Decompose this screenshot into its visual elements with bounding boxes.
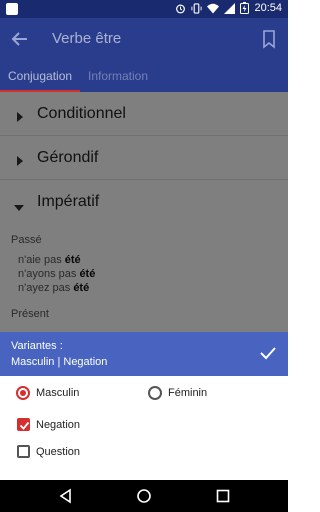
tab-information[interactable]: Information [88, 69, 148, 83]
radio-button-checked[interactable] [16, 386, 30, 400]
option-label: Negation [36, 418, 81, 431]
tab-conjugation[interactable]: Conjugation [8, 69, 72, 83]
bookmark-icon[interactable] [260, 29, 278, 49]
app-toolbar: Verbe être [0, 18, 288, 60]
variants-header: Variantes : Masculin | Negation [0, 332, 288, 376]
checkbox-unchecked[interactable] [17, 445, 30, 458]
back-arrow-icon[interactable] [8, 27, 32, 51]
nav-back-icon[interactable] [58, 488, 74, 504]
app-notification-icon [6, 3, 18, 15]
vibrate-icon [191, 2, 203, 14]
masculin-radio-option[interactable]: Masculin [16, 386, 79, 400]
signal-icon [224, 2, 236, 14]
status-time: 20:54 [254, 2, 282, 14]
feminin-radio-option[interactable]: Féminin [148, 386, 207, 400]
nav-recents-icon[interactable] [215, 488, 231, 504]
option-label: Masculin [36, 387, 80, 399]
dim-overlay[interactable] [0, 92, 288, 332]
alarm-icon [175, 3, 186, 14]
checkbox-checked[interactable] [17, 418, 30, 431]
option-label: Question [36, 445, 81, 458]
battery-icon [240, 2, 250, 14]
nav-home-icon[interactable] [136, 488, 152, 504]
system-nav-bar [0, 480, 288, 512]
variants-title: Variantes : [11, 340, 63, 352]
tab-bar: Conjugation Information [0, 60, 288, 92]
negation-checkbox-option[interactable]: Negation [17, 418, 80, 431]
option-label: Féminin [168, 387, 208, 399]
confirm-check-icon[interactable] [260, 346, 276, 360]
page-title: Verbe être [52, 30, 122, 47]
question-checkbox-option[interactable]: Question [17, 445, 80, 458]
status-bar: 20:54 [0, 0, 288, 18]
wifi-icon [207, 3, 220, 14]
radio-button-unchecked[interactable] [148, 386, 162, 400]
variants-selection: Masculin | Negation [11, 356, 108, 368]
variants-sheet: Masculin Féminin Negation Question [0, 376, 288, 480]
